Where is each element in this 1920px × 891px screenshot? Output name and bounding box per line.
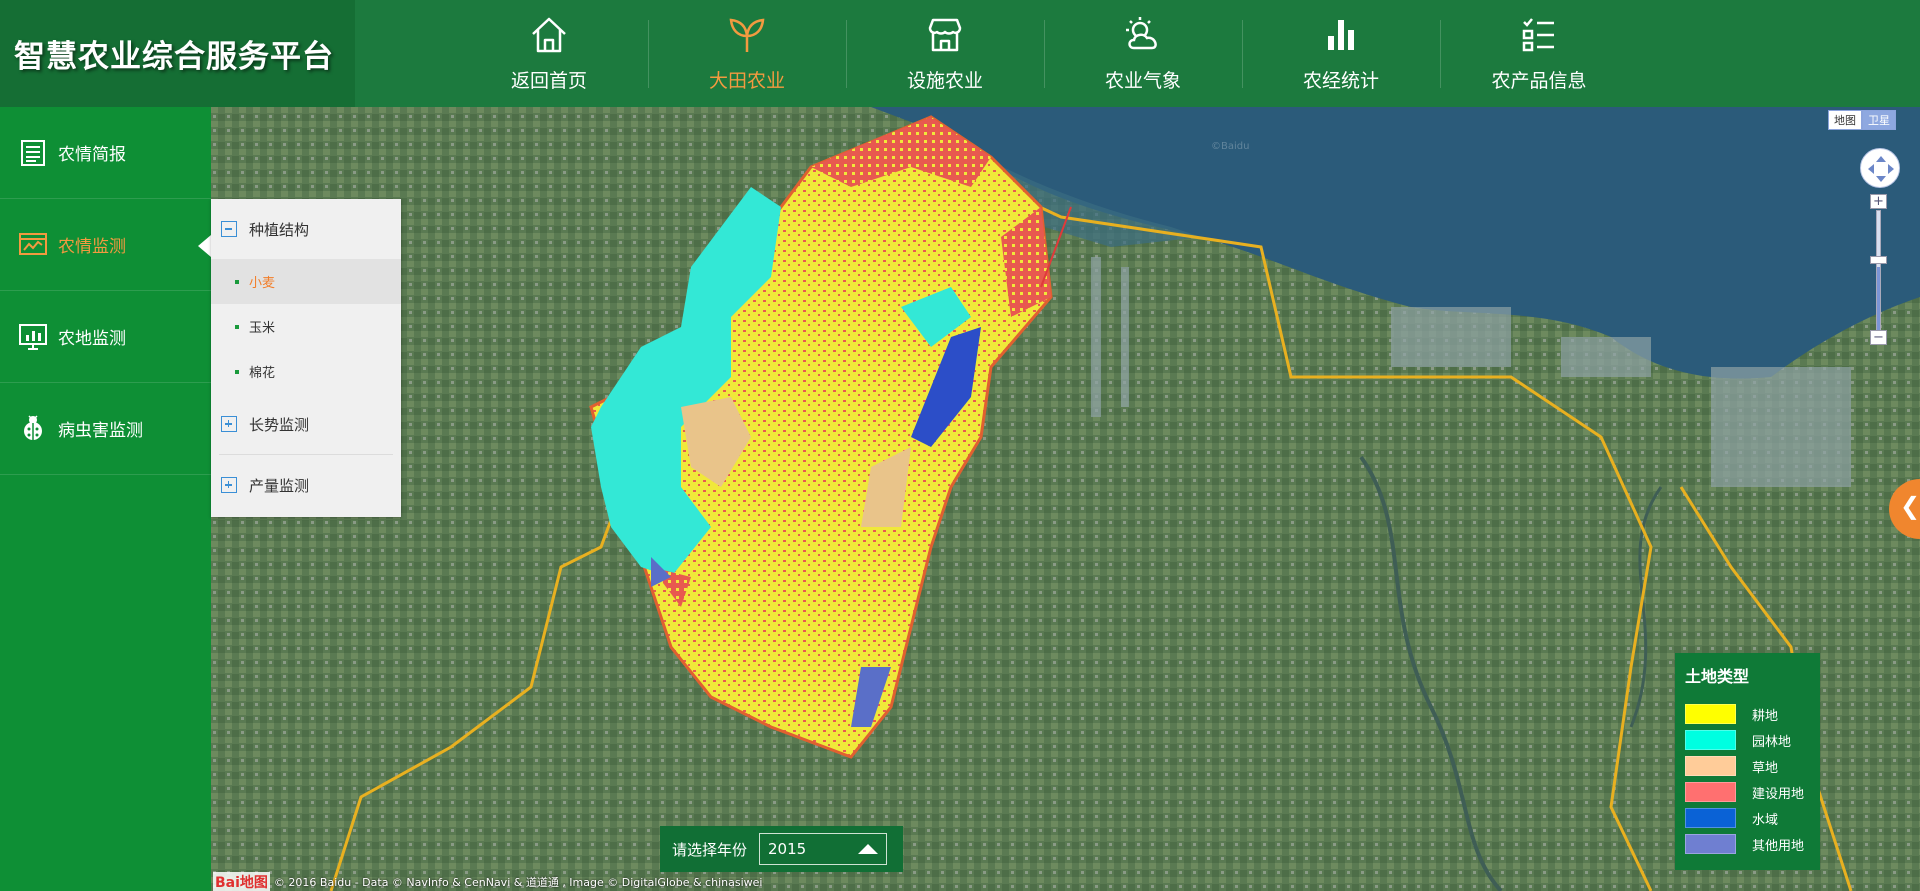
- map-view[interactable]: ©Baidu: [211, 107, 1920, 891]
- legend-item: 耕地: [1685, 701, 1810, 727]
- greenhouse-icon: [928, 18, 962, 52]
- legend-label: 园林地: [1752, 734, 1792, 750]
- sidebar-item-label: 农地监测: [58, 329, 126, 349]
- year-selector: 请选择年份 2015: [660, 826, 903, 872]
- app-title: 智慧农业综合服务平台: [14, 39, 334, 75]
- sidebar-item-monitoring[interactable]: 农情监测: [0, 199, 211, 291]
- submenu-group-label: 产量监测: [249, 476, 310, 495]
- legend-swatch: [1685, 704, 1736, 724]
- baidu-map-logo[interactable]: Bai地图: [213, 871, 270, 891]
- weather-icon: [1126, 17, 1157, 50]
- sidebar-item-label: 农情简报: [58, 145, 126, 165]
- top-header: 智慧农业综合服务平台 返回首页 大田农业 设施农业 农业气象 农经统计 农产品信…: [0, 0, 1920, 107]
- sprout-icon: [729, 18, 765, 52]
- legend-label: 水域: [1752, 812, 1779, 828]
- left-sidebar: 农情简报 农情监测 农地监测 病虫害监测: [0, 107, 211, 891]
- zoom-in-button[interactable]: +: [1870, 194, 1887, 209]
- submenu-item-label: 玉米: [249, 321, 276, 336]
- legend-item: 其他用地: [1685, 831, 1810, 857]
- year-selector-label: 请选择年份: [672, 840, 748, 859]
- legend-swatch: [1685, 782, 1736, 802]
- expand-icon: [221, 416, 237, 432]
- submenu-group-label: 长势监测: [249, 415, 310, 434]
- legend-swatch: [1685, 808, 1736, 828]
- sidebar-item-farmland[interactable]: 农地监测: [0, 291, 211, 383]
- monitoring-submenu: 种植结构 小麦 玉米 棉花 长势监测 产量监测: [211, 199, 401, 517]
- caret-up-icon: [858, 844, 879, 854]
- nav-label: 农业气象: [1104, 70, 1181, 92]
- report-icon: [21, 139, 45, 166]
- legend-item: 水域: [1685, 805, 1810, 831]
- monitor-chart-icon: [19, 232, 47, 255]
- land-type-legend: 土地类型 耕地园林地草地建设用地水域其他用地: [1675, 653, 1820, 870]
- copyright-text: © 2016 Baidu - Data © NavInfo & CenNavi …: [273, 875, 763, 889]
- sidebar-item-pests[interactable]: 病虫害监测: [0, 383, 211, 475]
- legend-title: 土地类型: [1685, 667, 1750, 686]
- sidebar-item-label: 病虫害监测: [58, 421, 143, 441]
- submenu-item-wheat[interactable]: 小麦: [211, 259, 401, 304]
- year-value: 2015: [768, 840, 807, 858]
- svg-text:©Baidu: ©Baidu: [1211, 141, 1249, 152]
- map-type-satellite-button[interactable]: 卫星: [1862, 110, 1896, 130]
- submenu-item-corn[interactable]: 玉米: [211, 304, 401, 349]
- nav-label: 农产品信息: [1491, 70, 1587, 92]
- expand-icon: [221, 477, 237, 493]
- submenu-group-growth[interactable]: 长势监测: [211, 394, 401, 454]
- legend-label: 草地: [1752, 760, 1779, 776]
- zoom-slider-handle[interactable]: [1870, 256, 1887, 264]
- nav-home[interactable]: 返回首页: [450, 0, 648, 107]
- zoom-slider-track[interactable]: [1876, 210, 1881, 342]
- legend-swatch: [1685, 756, 1736, 776]
- submenu-item-label: 棉花: [249, 366, 276, 381]
- submenu-group-yield[interactable]: 产量监测: [211, 455, 401, 515]
- map-type-map-button[interactable]: 地图: [1828, 110, 1862, 130]
- map-credits: Bai地图 © 2016 Baidu - Data © NavInfo & Ce…: [213, 871, 763, 891]
- legend-label: 耕地: [1752, 708, 1779, 724]
- checklist-icon: [1522, 18, 1554, 52]
- nav-field-agriculture[interactable]: 大田农业: [648, 0, 846, 107]
- app-logo[interactable]: 智慧农业综合服务平台: [0, 0, 355, 107]
- zoom-out-button[interactable]: −: [1870, 330, 1887, 345]
- submenu-item-cotton[interactable]: 棉花: [211, 349, 401, 394]
- nav-label: 设施农业: [906, 70, 983, 92]
- nav-label: 大田农业: [708, 70, 785, 92]
- map-zoom-control: + −: [1859, 148, 1903, 345]
- legend-label: 其他用地: [1752, 838, 1805, 854]
- bar-chart-icon: [1328, 20, 1354, 50]
- pan-control[interactable]: [1860, 148, 1900, 188]
- nav-label: 农经统计: [1302, 70, 1379, 92]
- legend-swatch: [1685, 730, 1736, 750]
- main-nav: 返回首页 大田农业 设施农业 农业气象 农经统计 农产品信息: [450, 0, 1638, 107]
- legend-item: 建设用地: [1685, 779, 1810, 805]
- legend-item: 园林地: [1685, 727, 1810, 753]
- home-icon: [532, 17, 566, 53]
- sidebar-item-brief[interactable]: 农情简报: [0, 107, 211, 199]
- nav-product-info[interactable]: 农产品信息: [1440, 0, 1638, 107]
- submenu-group-planting-structure[interactable]: 种植结构: [211, 199, 401, 259]
- farmland-monitor-icon: [19, 323, 47, 350]
- legend-label: 建设用地: [1752, 786, 1805, 802]
- year-dropdown[interactable]: 2015: [759, 833, 888, 865]
- submenu-item-label: 小麦: [249, 276, 276, 291]
- satellite-map: ©Baidu: [211, 107, 1920, 891]
- pan-arrows-icon: [1868, 156, 1894, 182]
- nav-agri-statistics[interactable]: 农经统计: [1242, 0, 1440, 107]
- bug-icon: [24, 414, 42, 440]
- map-type-switch: 地图 卫星: [1828, 110, 1896, 130]
- collapse-icon: [221, 221, 237, 237]
- nav-facility-agriculture[interactable]: 设施农业: [846, 0, 1044, 107]
- nav-agri-weather[interactable]: 农业气象: [1044, 0, 1242, 107]
- submenu-group-label: 种植结构: [249, 220, 310, 239]
- nav-label: 返回首页: [510, 70, 587, 92]
- legend-item: 草地: [1685, 753, 1810, 779]
- sidebar-item-label: 农情监测: [58, 237, 126, 257]
- legend-swatch: [1685, 834, 1736, 854]
- chevron-left-icon: ❮: [1900, 492, 1920, 520]
